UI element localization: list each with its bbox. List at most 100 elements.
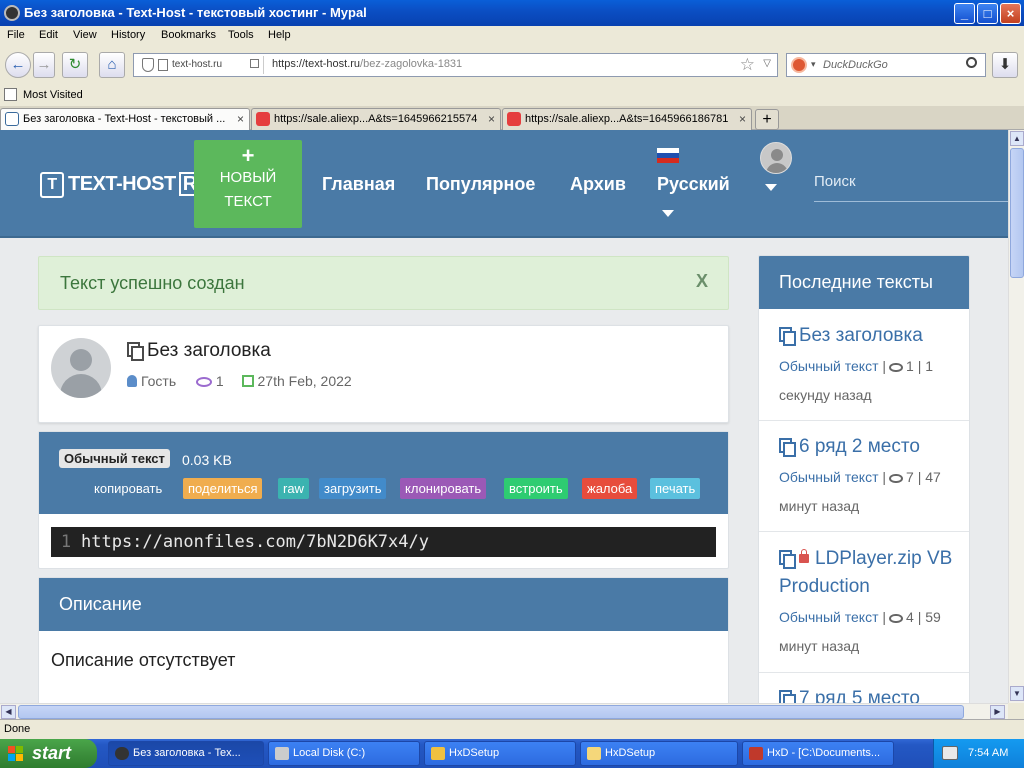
taskbar-item-hxdsetup-1[interactable]: HxDSetup	[424, 741, 576, 766]
taskbar-item-hxdsetup-2[interactable]: HxDSetup	[580, 741, 738, 766]
recent-item-title[interactable]: LDPlayer.zip VB Production	[779, 545, 964, 601]
keyboard-icon[interactable]	[942, 746, 958, 760]
menu-tools[interactable]: Tools	[228, 29, 254, 41]
url-text[interactable]: https://text-host.ru/bez-zagolovka-1831	[272, 58, 462, 70]
scrollbar-corner	[1008, 703, 1024, 719]
tab-aliexpress-1[interactable]: https://sale.aliexp...A&ts=1645966215574…	[251, 108, 501, 130]
paste-info-card: Без заголовка Гость 1 27th Feb, 2022	[38, 325, 729, 423]
back-button[interactable]: ←	[5, 52, 31, 78]
reload-button[interactable]: ↻	[62, 52, 88, 78]
recent-texts-sidebar: Последние тексты Без заголовка Обычный т…	[758, 255, 970, 703]
close-button[interactable]: ×	[1000, 3, 1021, 24]
recent-item-type[interactable]: Обычный текст	[779, 609, 879, 625]
paste-meta: Гость 1 27th Feb, 2022	[127, 373, 352, 389]
vertical-scrollbar[interactable]: ▲ ▼	[1008, 130, 1024, 703]
address-bar[interactable]: text-host.ru https://text-host.ru/bez-za…	[133, 53, 778, 77]
search-icon[interactable]	[966, 57, 977, 68]
recent-item-type[interactable]: Обычный текст	[779, 358, 879, 374]
search-bar[interactable]: ▾ DuckDuckGo	[786, 53, 986, 77]
paste-author: Гость	[141, 373, 177, 389]
tab-close-icon[interactable]: ×	[739, 109, 746, 129]
scroll-right-arrow[interactable]: ▶	[990, 705, 1005, 719]
alert-close-button[interactable]: X	[696, 271, 708, 292]
code-block[interactable]: 1 https://anonfiles.com/7bN2D6K7x4/y	[51, 527, 716, 557]
code-line: https://anonfiles.com/7bN2D6K7x4/y	[81, 532, 429, 552]
user-avatar[interactable]	[760, 142, 792, 174]
share-button[interactable]: поделиться	[183, 478, 263, 499]
recent-item-meta: Обычный текст | 1 | 1 секунду назад	[779, 358, 934, 403]
nav-popular[interactable]: Популярное	[426, 174, 535, 195]
tab-aliexpress-2[interactable]: https://sale.aliexp...A&ts=1645966186781…	[502, 108, 752, 130]
start-button[interactable]: start	[0, 739, 97, 768]
scroll-down-arrow[interactable]: ▼	[1010, 686, 1024, 701]
taskbar-item-hxd[interactable]: HxD - [C:\Documents...	[742, 741, 894, 766]
tab-close-icon[interactable]: ×	[488, 109, 495, 129]
scroll-left-arrow[interactable]: ◀	[1, 705, 16, 719]
taskbar-item-browser[interactable]: Без заголовка - Tex...	[108, 741, 264, 766]
menu-bookmarks[interactable]: Bookmarks	[161, 29, 216, 41]
nav-archive[interactable]: Архив	[570, 174, 626, 195]
language-caret-icon[interactable]	[662, 210, 674, 217]
recent-item: LDPlayer.zip VB Production Обычный текст…	[759, 532, 969, 673]
logo-mark: T	[40, 172, 64, 198]
recent-item-meta: Обычный текст | 4 | 59 минут назад	[779, 609, 941, 654]
eye-icon	[889, 474, 904, 483]
status-bar: Done	[0, 719, 1024, 739]
embed-button[interactable]: встроить	[504, 478, 568, 499]
menu-edit[interactable]: Edit	[39, 29, 58, 41]
report-button[interactable]: жалоба	[582, 478, 638, 499]
site-search-input[interactable]: Поиск	[814, 168, 1008, 202]
recent-item-type[interactable]: Обычный текст	[779, 469, 879, 485]
taskbar-item-label: HxDSetup	[449, 747, 500, 759]
search-engine-caret[interactable]: ▾	[811, 59, 816, 70]
bookmark-star-icon[interactable]: ☆	[740, 55, 755, 75]
horizontal-scroll-thumb[interactable]	[18, 705, 964, 719]
download-paste-button[interactable]: загрузить	[319, 478, 387, 499]
download-button[interactable]: ⬇	[992, 52, 1018, 78]
duckduckgo-icon[interactable]	[791, 57, 807, 73]
recent-item-title[interactable]: 6 ряд 2 место	[779, 433, 920, 461]
folder-icon	[587, 747, 601, 760]
horizontal-scrollbar[interactable]: ◀ ▶	[0, 703, 1008, 719]
scroll-up-arrow[interactable]: ▲	[1010, 131, 1024, 146]
url-dropdown-icon[interactable]: ▽	[763, 58, 771, 69]
vertical-scroll-thumb[interactable]	[1010, 148, 1024, 278]
print-button[interactable]: печать	[650, 478, 701, 499]
site-logo[interactable]: TTEXT-HOSTRU	[40, 172, 215, 200]
paste-title: Без заголовка	[127, 340, 271, 362]
taskbar-item-local-disk[interactable]: Local Disk (C:)	[268, 741, 420, 766]
recent-item-title[interactable]: 7 ряд 5 место	[779, 685, 920, 703]
aliexpress-favicon	[256, 112, 270, 126]
browser-app-icon	[4, 5, 20, 21]
drive-icon	[275, 747, 289, 760]
recent-item: 6 ряд 2 место Обычный текст | 7 | 47 мину…	[759, 421, 969, 532]
tab-text-host[interactable]: Без заголовка - Text-Host - текстовый ..…	[0, 108, 250, 130]
hxd-icon	[749, 747, 763, 760]
home-button[interactable]: ⌂	[99, 52, 125, 78]
raw-button[interactable]: raw	[278, 478, 309, 499]
plus-icon: +	[241, 143, 255, 168]
user-menu-caret-icon[interactable]	[765, 184, 777, 191]
nav-home[interactable]: Главная	[322, 174, 395, 195]
forward-button[interactable]: →	[33, 52, 55, 78]
clock[interactable]: 7:54 AM	[968, 747, 1008, 759]
recent-item-title-text: Без заголовка	[799, 325, 923, 346]
paste-date: 27th Feb, 2022	[257, 373, 352, 389]
recent-item-title[interactable]: Без заголовка	[779, 322, 923, 350]
most-visited-bookmark[interactable]: Most Visited	[23, 89, 83, 101]
new-text-button[interactable]: + НОВЫЙ ТЕКСТ	[194, 140, 302, 228]
menu-view[interactable]: View	[73, 29, 97, 41]
menu-history[interactable]: History	[111, 29, 145, 41]
menu-help[interactable]: Help	[268, 29, 291, 41]
alert-message: Текст успешно создан	[60, 273, 245, 293]
tab-close-icon[interactable]: ×	[237, 109, 244, 129]
language-selector[interactable]: Русский	[657, 174, 730, 195]
maximize-button[interactable]: □	[977, 3, 998, 24]
minimize-button[interactable]: _	[954, 3, 975, 24]
new-tab-button[interactable]: +	[755, 109, 779, 130]
site-identity[interactable]: text-host.ru	[136, 56, 264, 74]
clone-button[interactable]: клонировать	[400, 478, 487, 499]
menu-file[interactable]: File	[7, 29, 25, 41]
copy-button[interactable]: копировать	[89, 478, 168, 499]
copy-icon	[779, 327, 796, 346]
